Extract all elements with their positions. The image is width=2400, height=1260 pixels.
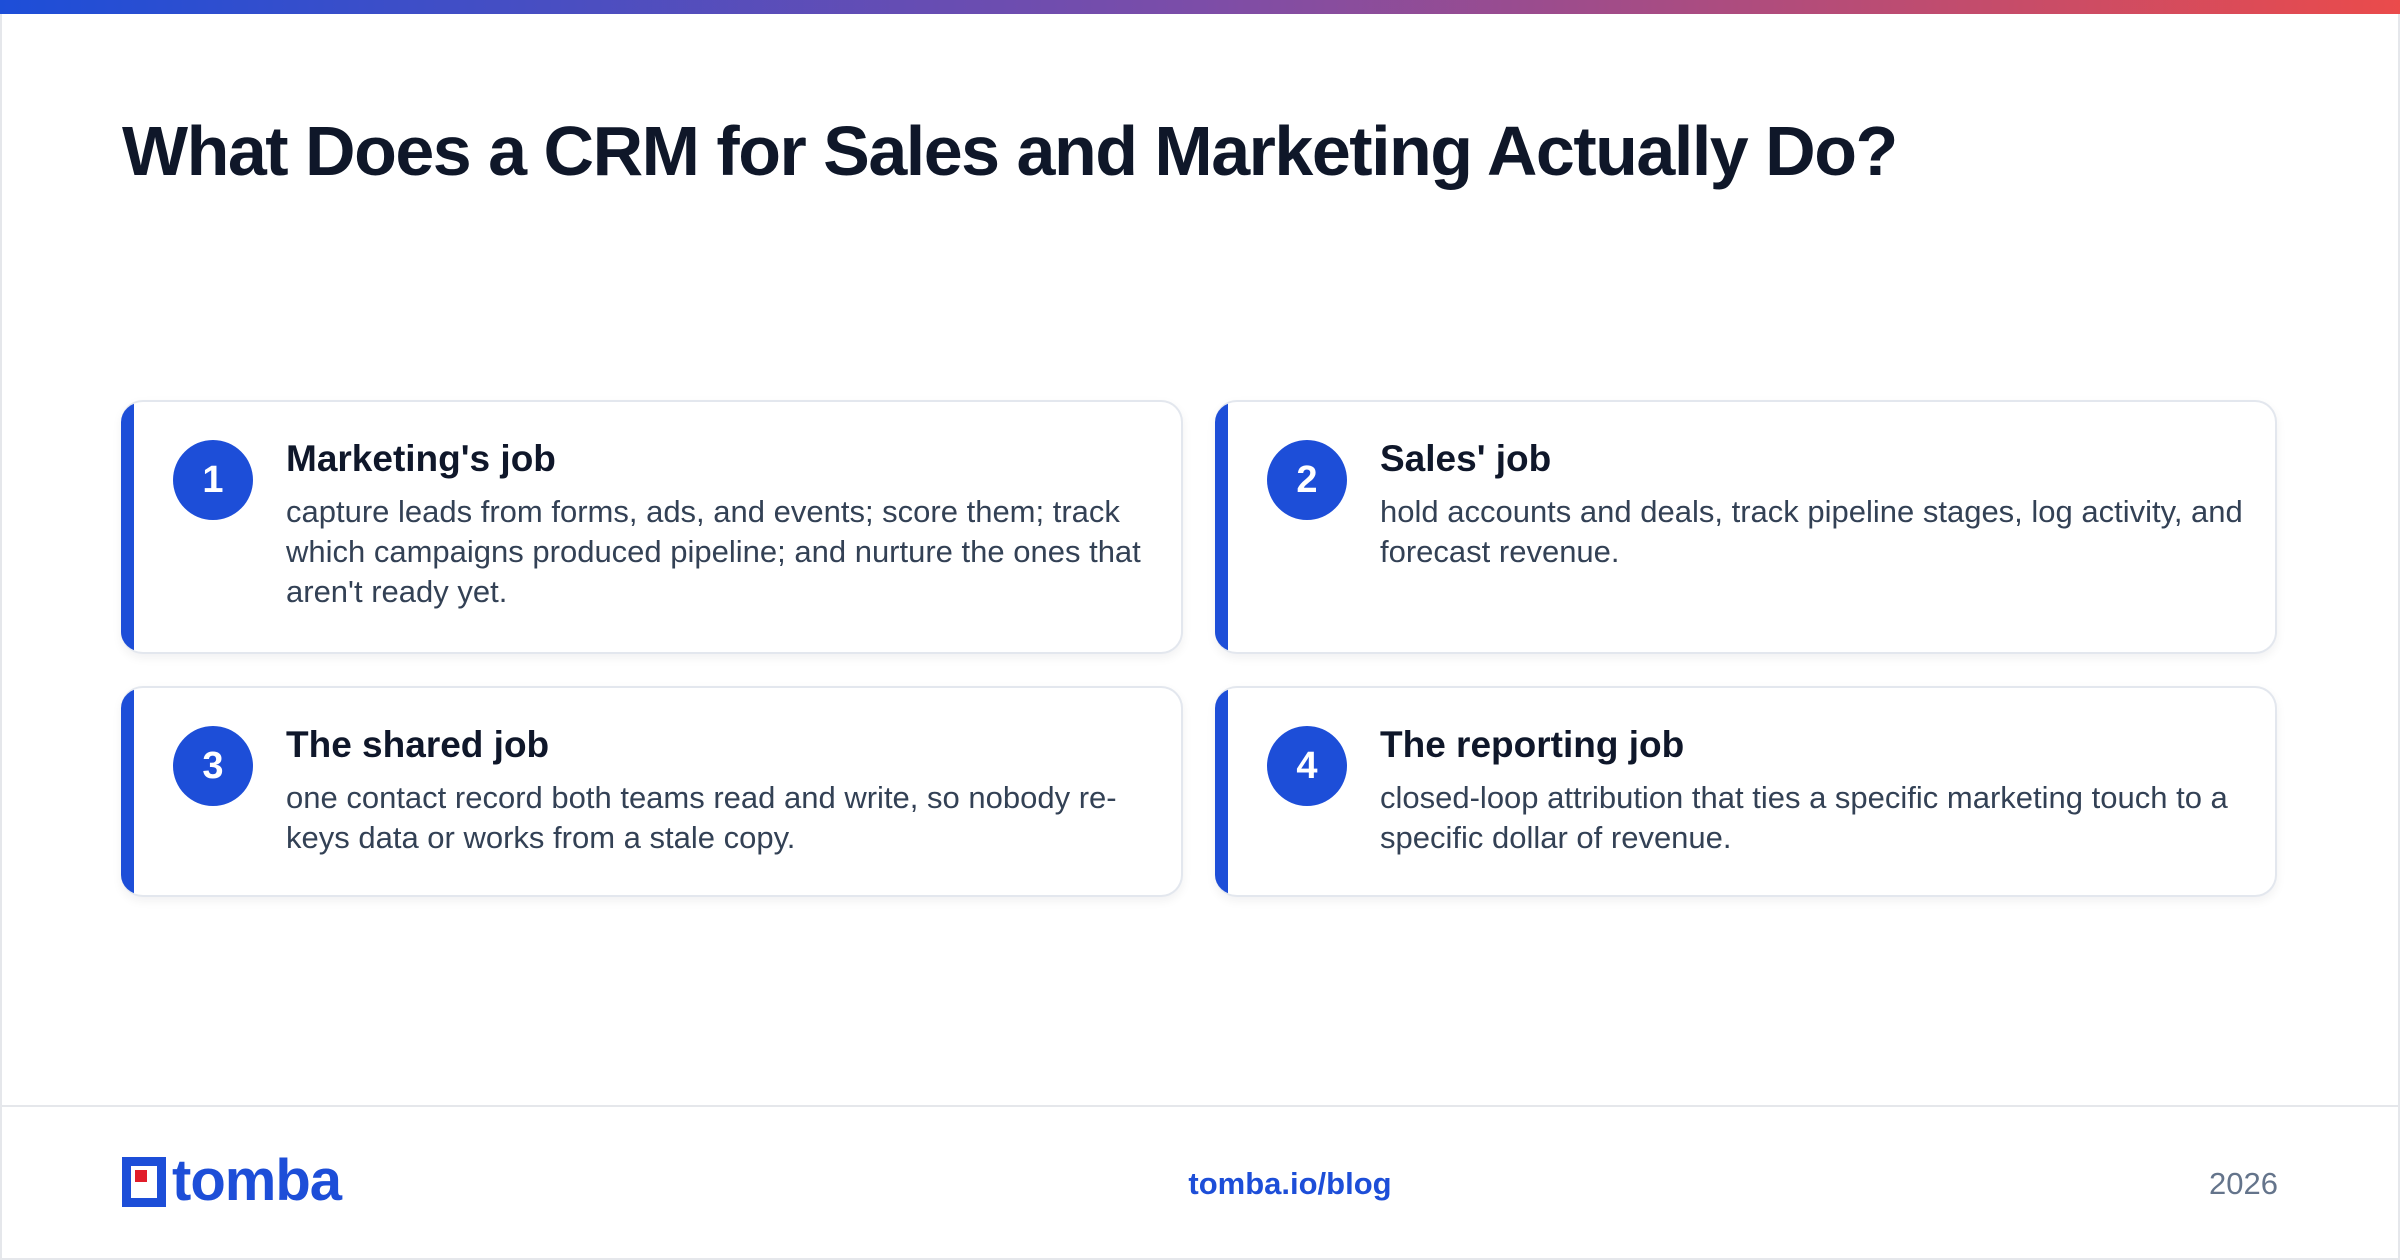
card-shared-job: 3 The shared job one contact record both…	[121, 686, 1183, 897]
footer-divider	[0, 1105, 2400, 1107]
card-description: one contact record both teams read and w…	[286, 780, 1117, 855]
card-number-badge: 3	[173, 726, 253, 806]
card-title: The shared job	[286, 724, 550, 765]
tomba-logo-mark-icon	[122, 1157, 166, 1207]
card-title: The reporting job	[1380, 724, 1685, 765]
card-marketing-job: 1 Marketing's job capture leads from for…	[121, 400, 1183, 654]
card-description: hold accounts and deals, track pipeline …	[1380, 494, 2243, 569]
card-description: closed-loop attribution that ties a spec…	[1380, 780, 2228, 855]
footer-year: 2026	[2209, 1166, 2278, 1201]
page-title: What Does a CRM for Sales and Marketing …	[122, 112, 1898, 190]
card-title: Marketing's job	[286, 438, 556, 479]
card-sales-job: 2 Sales' job hold accounts and deals, tr…	[1215, 400, 2277, 654]
card-number-badge: 1	[173, 440, 253, 520]
card-number-badge: 2	[1267, 440, 1347, 520]
top-gradient-bar	[0, 0, 2400, 14]
tomba-logo[interactable]: tomba	[122, 1149, 382, 1213]
card-description: capture leads from forms, ads, and event…	[286, 494, 1141, 609]
card-reporting-job: 4 The reporting job closed-loop attribut…	[1215, 686, 2277, 897]
card-title: Sales' job	[1380, 438, 1552, 479]
card-number-badge: 4	[1267, 726, 1347, 806]
blog-link[interactable]: tomba.io/blog	[1000, 1164, 1580, 1204]
tomba-logo-wordmark: tomba	[172, 1148, 342, 1213]
